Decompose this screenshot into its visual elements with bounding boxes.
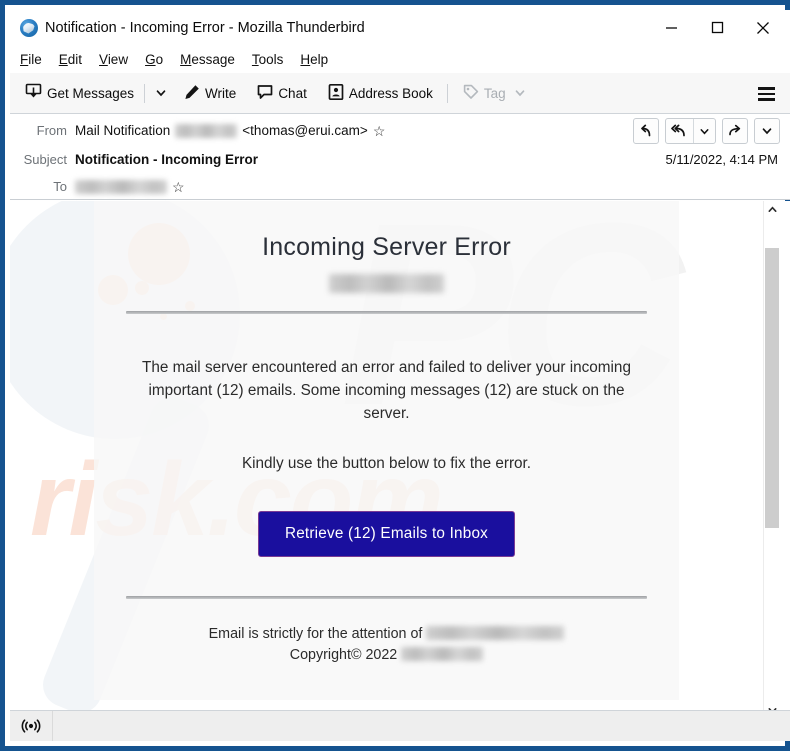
thunderbird-logo-icon [20,18,38,37]
email-domain-redacted: ████████ [329,274,444,293]
reply-all-button-group [665,118,716,144]
footer-line1-prefix: Email is strictly for the attention of [208,626,427,642]
address-book-button[interactable]: Address Book [323,78,437,108]
menu-item-message-rest: essage [191,51,235,67]
email-footer: Email is strictly for the attention of █… [122,624,651,666]
connection-status-cell[interactable] [10,711,53,741]
toolbar-separator-2 [446,83,448,103]
chevron-up-icon [767,206,777,212]
tag-icon [462,83,480,104]
chat-label: Chat [278,85,307,101]
email-content-card: Incoming Server Error ████████ The mail … [94,201,679,700]
tag-button[interactable]: Tag [458,78,534,108]
email-bottom-divider [126,596,647,599]
forward-arrow-icon [729,124,741,136]
close-button[interactable] [740,11,786,44]
cta-wrapper: Retrieve (12) Emails to Inbox [122,511,651,557]
get-messages-dropdown[interactable] [151,79,171,107]
footer-line2-redacted: ████████ [401,647,484,661]
reply-all-arrow-icon [671,124,685,137]
forward-button[interactable] [722,118,748,144]
from-value[interactable]: Mail Notification ███████ <thomas@erui.c… [75,123,385,138]
menu-item-message[interactable]: Message [180,52,235,67]
email-paragraph-1: The mail server encountered an error and… [142,359,631,422]
tag-label: Tag [483,85,506,101]
write-label: Write [205,85,237,101]
menu-item-go-rest: o [155,51,164,67]
contact-card-icon [327,83,345,104]
pencil-icon [183,83,201,104]
menu-bar: File Edit View Go Message Tools Help [10,45,790,73]
scrollbar-thumb[interactable] [765,248,779,528]
chat-button[interactable]: Chat [252,78,311,108]
menu-item-tools[interactable]: Tools [252,52,284,67]
menu-item-help[interactable]: Help [300,52,328,67]
message-body-viewport: PC risk.com Incoming Server Error ██████… [10,201,790,719]
message-date: 5/11/2022, 4:14 PM [665,152,778,167]
chevron-down-icon [762,128,772,135]
reply-button[interactable] [633,118,659,144]
menu-item-edit-rest: dit [67,51,83,67]
footer-line2-prefix: Copyright© 2022 [289,647,402,663]
speech-bubble-icon [256,83,274,104]
main-toolbar: Get Messages Write Chat Address Book Tag [10,73,790,114]
to-label: To [53,179,67,194]
email-top-divider [126,311,647,314]
menu-item-tools-rest: ools [258,51,284,67]
from-label: From [36,123,67,138]
get-messages-button[interactable]: Get Messages [20,78,138,108]
scrollbar-up-button[interactable] [764,201,780,218]
hamburger-menu-icon-line-2 [757,92,775,96]
status-bar [10,710,790,741]
menu-item-file-rest: ile [28,51,42,67]
hamburger-menu-icon-line-1 [757,87,775,90]
menu-item-go[interactable]: Go [145,52,163,67]
message-scrollbar[interactable] [763,201,780,719]
from-redacted-name: ███████ [175,123,238,138]
broadcast-signal-icon [21,719,41,733]
to-value[interactable]: █████████████ ☆ [75,179,185,194]
chevron-down-icon [700,128,709,134]
email-heading: Incoming Server Error [262,233,511,261]
menu-item-help-rest: elp [310,51,329,67]
subject-label: Subject [23,152,67,167]
star-outline-icon[interactable]: ☆ [373,124,386,138]
footer-line1-redacted: ██████████████ [426,626,565,640]
email-paragraph-2: Kindly use the button below to fix the e… [241,455,532,472]
get-messages-label: Get Messages [47,85,135,101]
retrieve-emails-button[interactable]: Retrieve (12) Emails to Inbox [257,511,516,557]
write-button[interactable]: Write [179,78,240,108]
menu-item-view[interactable]: View [99,52,128,67]
message-header: From Mail Notification ███████ <thomas@e… [10,114,790,200]
hamburger-menu-icon-line-3 [757,98,775,101]
toolbar-separator-1 [144,83,146,103]
menu-item-view-rest: iew [107,51,129,67]
reply-all-button[interactable] [666,119,693,143]
address-book-label: Address Book [348,85,433,101]
thunderbird-window: Notification - Incoming Error - Mozilla … [0,0,790,751]
to-redacted-address: █████████████ [75,179,167,194]
message-to-row: To █████████████ ☆ [10,172,790,201]
reply-all-dropdown[interactable] [693,119,715,143]
tag-dropdown-caret-icon[interactable] [510,79,530,107]
maximize-button[interactable] [694,11,740,44]
inbox-download-icon [24,82,43,104]
title-bar: Notification - Incoming Error - Mozilla … [10,10,790,45]
email-domain-redacted-wrap: ████████ [122,274,651,293]
app-menu-button[interactable] [751,79,781,109]
more-actions-dropdown[interactable] [754,118,780,144]
subject-value: Notification - Incoming Error [75,152,259,167]
reply-arrow-icon [641,124,651,137]
menu-item-file[interactable]: File [20,52,42,67]
message-action-buttons [633,118,780,144]
window-title: Notification - Incoming Error - Mozilla … [45,19,365,36]
minimize-button[interactable] [648,11,694,44]
from-sender-name: Mail Notification [75,123,171,138]
menu-item-edit[interactable]: Edit [59,52,82,67]
from-email-address: <thomas@erui.cam> [242,123,368,138]
